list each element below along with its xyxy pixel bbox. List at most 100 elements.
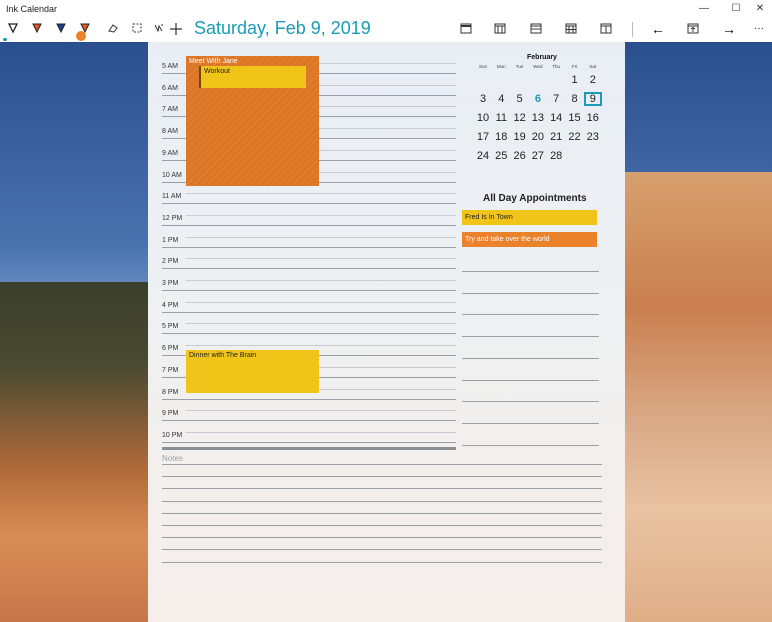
- forward-button[interactable]: →: [718, 19, 740, 41]
- calendar-day[interactable]: 15: [566, 111, 584, 125]
- back-button[interactable]: ←: [647, 19, 669, 41]
- calendar-day[interactable]: 17: [474, 130, 492, 144]
- week-view-icon: [494, 23, 506, 34]
- toolbar: Saturday, Feb 9, 2019 ← → ···: [0, 17, 772, 42]
- hour-line: [162, 203, 456, 205]
- half-hour-line: [186, 410, 456, 412]
- hour-label: 10 PM: [162, 431, 183, 439]
- minimize-button[interactable]: —: [688, 0, 720, 17]
- notes-line: [162, 561, 602, 563]
- day-view-button[interactable]: [455, 19, 477, 41]
- month-view-button[interactable]: [525, 19, 547, 41]
- hour-line: [162, 420, 456, 422]
- calendar-day[interactable]: 18: [492, 130, 510, 144]
- half-hour-line: [186, 301, 456, 303]
- half-hour-line: [186, 236, 456, 238]
- half-hour-line: [186, 280, 456, 281]
- eraser-icon: [108, 24, 118, 33]
- calendar-day[interactable]: 14: [547, 111, 565, 125]
- app-title: Ink Calendar: [6, 4, 58, 14]
- hour-label: 8 AM: [162, 128, 178, 136]
- calendar-day[interactable]: 24: [474, 149, 492, 163]
- more-button[interactable]: ···: [748, 19, 770, 41]
- calendar-day[interactable]: 23: [584, 130, 602, 144]
- year-view-button[interactable]: [560, 19, 582, 41]
- notes-line: [162, 500, 602, 502]
- calendar-day[interactable]: 1: [566, 73, 584, 87]
- calendar-day[interactable]: 16: [584, 111, 602, 125]
- weekday-label: Sat: [589, 64, 597, 69]
- calendar-day[interactable]: 19: [511, 130, 529, 144]
- hour-label: 9 AM: [162, 149, 178, 157]
- all-day-item[interactable]: Try and take over the world: [462, 232, 597, 247]
- planner-page: 5 AM 6 AM 7 AM 8 AM 9 AM 10 AM 11 AM 12 PM 1 PM 2…: [148, 42, 625, 622]
- all-day-line: [462, 271, 599, 272]
- hour-line: [162, 268, 456, 270]
- eraser-tool[interactable]: [102, 19, 124, 41]
- calendar-day[interactable]: 12: [511, 111, 529, 125]
- calendar-day[interactable]: 8: [566, 92, 584, 106]
- hour-line: [162, 441, 456, 443]
- event-workout[interactable]: Workout: [199, 66, 306, 88]
- half-hour-line: [186, 345, 456, 347]
- calendar-day[interactable]: 21: [547, 130, 565, 144]
- hour-line: [162, 333, 456, 335]
- all-day-line: [462, 401, 599, 403]
- calendar-day[interactable]: 9: [583, 92, 602, 106]
- all-day-line: [462, 292, 599, 294]
- weekday-label: Mon: [496, 64, 506, 69]
- calendar-day[interactable]: 20: [529, 130, 547, 144]
- calendar-day[interactable]: 26: [511, 149, 529, 163]
- week-view-button[interactable]: [489, 19, 511, 41]
- agenda-view-button[interactable]: [595, 19, 617, 41]
- all-day-item[interactable]: Fred Is In Town: [462, 210, 597, 225]
- hour-label: 12 PM: [162, 214, 183, 222]
- calendar-day[interactable]: 28: [547, 149, 565, 163]
- highlighter-icon: [56, 23, 66, 34]
- calendar-day[interactable]: 13: [529, 111, 547, 125]
- calendar-day[interactable]: 6: [529, 92, 547, 106]
- calendar-day[interactable]: 27: [529, 149, 547, 163]
- event-dinner-with-the-brain[interactable]: Dinner with The Brain: [186, 350, 319, 393]
- calendar-day[interactable]: 11: [492, 111, 510, 125]
- color-dot[interactable]: [76, 31, 86, 41]
- highlighter-tool[interactable]: [50, 19, 72, 41]
- close-button[interactable]: ✕: [744, 0, 772, 17]
- hour-label: 7 PM: [162, 366, 179, 374]
- all-day-line: [462, 422, 599, 424]
- calendar-day[interactable]: 3: [474, 92, 492, 106]
- hour-label: 5 PM: [162, 323, 179, 331]
- today-button[interactable]: [682, 19, 704, 41]
- lasso-select-tool[interactable]: [126, 19, 148, 41]
- notes-line: [162, 464, 602, 465]
- hour-label: 5 AM: [162, 63, 178, 70]
- calendar-day[interactable]: 10: [474, 111, 492, 125]
- half-hour-line: [186, 193, 456, 195]
- ballpoint-pen-icon: [7, 23, 19, 34]
- calendar-day[interactable]: 22: [566, 130, 584, 144]
- hour-line: [162, 224, 456, 226]
- all-day-title: All Day Appointments: [483, 193, 587, 204]
- hour-label: 4 PM: [162, 301, 179, 309]
- all-day-line: [462, 379, 599, 381]
- calendar-day[interactable]: 5: [511, 92, 529, 106]
- calendar-day[interactable]: 25: [492, 149, 510, 163]
- day-view-icon: [460, 23, 472, 34]
- half-hour-line: [186, 431, 456, 433]
- notes-line: [162, 476, 602, 478]
- add-button[interactable]: [165, 19, 187, 41]
- all-day-line: [462, 336, 599, 338]
- weekday-label: Thu: [552, 64, 561, 69]
- weekday-label: Fri: [571, 64, 578, 69]
- pencil-tool[interactable]: [26, 19, 48, 41]
- weekday-label: Wed: [533, 64, 543, 69]
- hour-label: 3 PM: [162, 280, 179, 287]
- notes-line: [162, 549, 602, 551]
- hour-label: 1 PM: [162, 236, 179, 244]
- calendar-day[interactable]: 2: [584, 73, 602, 87]
- calendar-day[interactable]: 7: [547, 92, 565, 106]
- all-day-line: [462, 314, 599, 316]
- hour-line: [162, 311, 456, 313]
- hour-label: 6 PM: [162, 345, 179, 353]
- calendar-day[interactable]: 4: [492, 92, 510, 106]
